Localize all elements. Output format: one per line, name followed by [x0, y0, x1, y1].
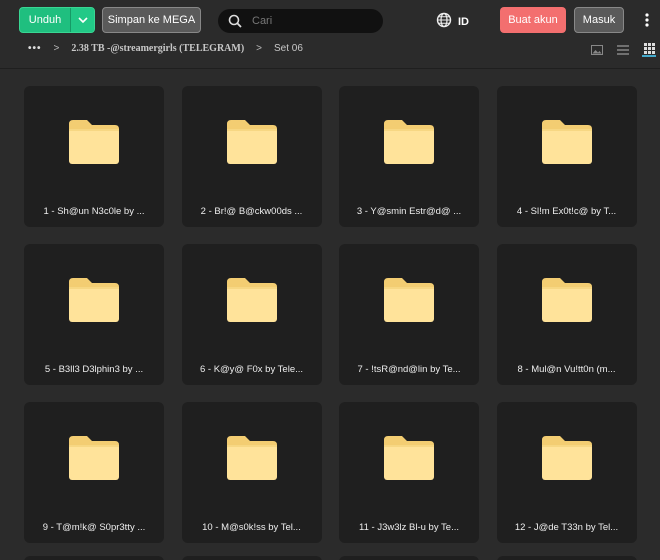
- folder-icon: [225, 118, 279, 166]
- folder-card-partial[interactable]: [24, 556, 164, 560]
- folder-icon: [382, 276, 436, 324]
- folder-name: 5 - B3ll3 D3lphin3 by ...: [44, 364, 144, 375]
- folder-name: 1 - Sh@un N3c0le by ...: [43, 206, 145, 217]
- folder-icon: [382, 434, 436, 482]
- folder-name: 8 - Mul@n Vu!tt0n (m...: [517, 364, 616, 375]
- folder-card[interactable]: 1 - Sh@un N3c0le by ...: [24, 86, 164, 227]
- breadcrumb-current: Set 06: [274, 43, 303, 54]
- folder-card[interactable]: 2 - Br!@ B@ckw00ds ...: [181, 86, 322, 227]
- search-input[interactable]: [252, 15, 372, 27]
- folder-card[interactable]: 7 - !tsR@nd@lin by Te...: [339, 244, 479, 385]
- folder-card-partial[interactable]: [496, 556, 637, 560]
- folder-card[interactable]: 12 - J@de T33n by Tel...: [496, 402, 637, 543]
- folder-card[interactable]: 6 - K@y@ F0x by Tele...: [181, 244, 322, 385]
- search-box[interactable]: [218, 9, 383, 33]
- login-button[interactable]: Masuk: [574, 7, 624, 33]
- image-view-icon[interactable]: [590, 43, 604, 57]
- language-label[interactable]: ID: [458, 16, 469, 28]
- chevron-right-icon: >: [53, 43, 60, 54]
- globe-icon: [436, 12, 452, 31]
- folder-card[interactable]: 8 - Mul@n Vu!tt0n (m...: [496, 244, 637, 385]
- folder-icon: [225, 276, 279, 324]
- view-switcher: [590, 42, 656, 57]
- chevron-down-icon[interactable]: [70, 8, 94, 32]
- folder-card-partial[interactable]: [181, 556, 322, 560]
- folder-icon: [67, 118, 121, 166]
- folder-card-partial[interactable]: [339, 556, 479, 560]
- save-to-mega-button[interactable]: Simpan ke MEGA: [102, 7, 201, 33]
- download-button-label[interactable]: Unduh: [20, 8, 70, 32]
- folder-grid: 1 - Sh@un N3c0le by ... 2 - Br!@ B@ckw00d…: [24, 86, 637, 543]
- folder-card[interactable]: 3 - Y@smin Estr@d@ ...: [339, 86, 479, 227]
- chevron-right-icon: >: [256, 43, 263, 54]
- folder-card[interactable]: 5 - B3ll3 D3lphin3 by ...: [24, 244, 164, 385]
- breadcrumb-more[interactable]: •••: [28, 43, 42, 54]
- folder-name: 11 - J3w3lz Bl-u by Te...: [359, 522, 459, 533]
- folder-card[interactable]: 4 - Sl!m Ex0t!c@ by T...: [496, 86, 637, 227]
- breadcrumb-folder[interactable]: 2.38 TB -@streamergirls (TELEGRAM): [71, 43, 244, 54]
- folder-name: 7 - !tsR@nd@lin by Te...: [357, 364, 461, 375]
- folder-icon: [225, 434, 279, 482]
- folder-name: 12 - J@de T33n by Tel...: [514, 522, 619, 533]
- breadcrumb-bar: ••• > 2.38 TB -@streamergirls (TELEGRAM)…: [0, 40, 660, 62]
- divider: [0, 68, 660, 69]
- folder-card[interactable]: 11 - J3w3lz Bl-u by Te...: [339, 402, 479, 543]
- folder-name: 6 - K@y@ F0x by Tele...: [199, 364, 304, 375]
- next-row-partial: [24, 556, 637, 560]
- list-view-icon[interactable]: [616, 43, 630, 57]
- folder-icon: [540, 434, 594, 482]
- create-account-button[interactable]: Buat akun: [500, 7, 566, 33]
- language-selector[interactable]: ID: [436, 12, 469, 31]
- grid-view-icon[interactable]: [642, 42, 656, 57]
- top-bar: Unduh Simpan ke MEGA ID Buat akun Masuk: [0, 0, 660, 40]
- folder-icon: [382, 118, 436, 166]
- breadcrumb: ••• > 2.38 TB -@streamergirls (TELEGRAM)…: [28, 43, 303, 54]
- folder-icon: [540, 118, 594, 166]
- folder-icon: [67, 434, 121, 482]
- folder-icon: [540, 276, 594, 324]
- folder-name: 4 - Sl!m Ex0t!c@ by T...: [516, 206, 617, 217]
- folder-card[interactable]: 10 - M@s0k!ss by Tel...: [181, 402, 322, 543]
- folder-name: 9 - T@m!k@ S0pr3tty ...: [42, 522, 146, 533]
- folder-name: 2 - Br!@ B@ckw00ds ...: [200, 206, 303, 217]
- download-button[interactable]: Unduh: [19, 7, 95, 33]
- search-icon: [222, 9, 248, 33]
- more-options-icon[interactable]: [640, 12, 654, 28]
- folder-icon: [67, 276, 121, 324]
- folder-name: 3 - Y@smin Estr@d@ ...: [356, 206, 462, 217]
- folder-name: 10 - M@s0k!ss by Tel...: [202, 522, 301, 533]
- folder-card[interactable]: 9 - T@m!k@ S0pr3tty ...: [24, 402, 164, 543]
